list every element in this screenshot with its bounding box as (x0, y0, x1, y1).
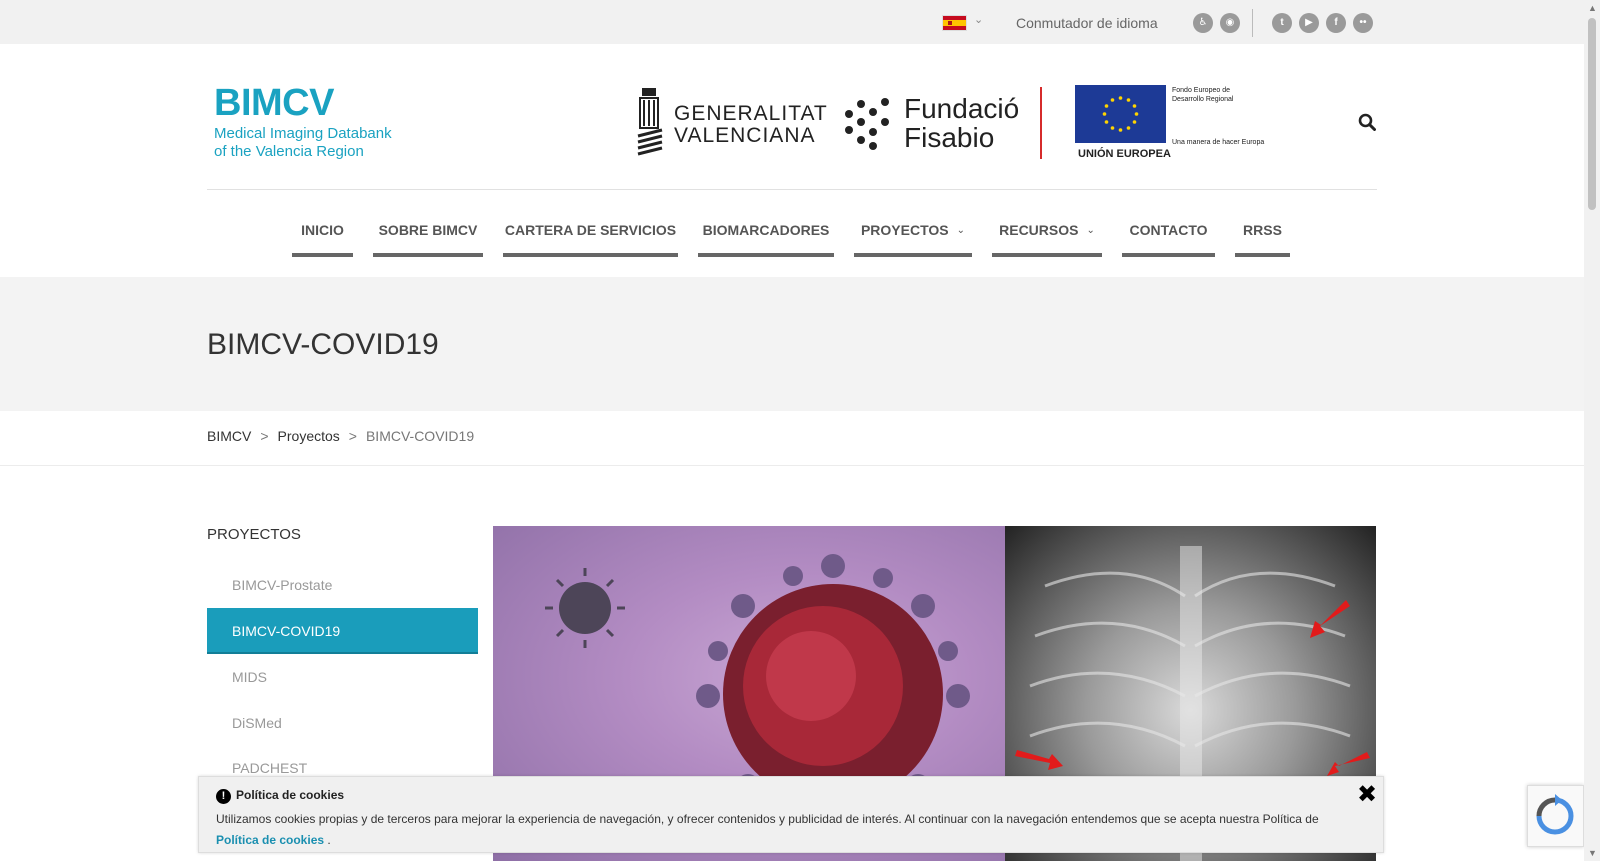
fisabio-line-1: Fundació (904, 93, 1020, 124)
sidebar-item-bimcv-covid19[interactable]: BIMCV-COVID19 (207, 608, 478, 654)
nav-item-label: RECURSOS (999, 222, 1079, 238)
sidebar-item-label: PADCHEST (232, 760, 308, 776)
recaptcha-icon (1536, 794, 1574, 835)
gv-line-2: VALENCIANA (674, 124, 816, 147)
scrollbar-thumb[interactable] (1588, 18, 1596, 210)
logo-subtitle-line-1: Medical Imaging Databank (214, 125, 392, 142)
scroll-up-arrow-icon[interactable]: ▲ (1588, 3, 1597, 13)
cookie-title: Política de cookies (236, 788, 345, 802)
chevron-down-icon: ⌄ (1086, 225, 1095, 236)
header-divider (1040, 87, 1042, 159)
sidebar-item-label: MIDS (232, 669, 267, 685)
info-icon: ! (216, 789, 231, 804)
close-icon[interactable]: ✖ (1357, 783, 1377, 807)
breadcrumb-parent-link[interactable]: Proyectos (278, 428, 340, 444)
nav-item-inicio[interactable]: INICIO (292, 222, 353, 257)
cookie-banner: ! Política de cookies Utilizamos cookies… (198, 776, 1384, 853)
gv-line-1: GENERALITAT (674, 102, 828, 125)
github-icon[interactable]: ◉ (1220, 13, 1240, 33)
nav-item-label: INICIO (301, 222, 344, 238)
nav-item-biomarcadores[interactable]: BIOMARCADORES (698, 222, 834, 257)
sidebar-title: PROYECTOS (207, 526, 301, 543)
topbar-divider (1252, 9, 1253, 37)
cookie-policy-link[interactable]: Política de cookies (216, 833, 324, 847)
sidebar-item-label: DiSMed (232, 715, 282, 731)
page-scrollbar[interactable]: ▲ ▼ (1584, 0, 1600, 861)
breadcrumb: BIMCV > Proyectos > BIMCV-COVID19 (207, 428, 474, 444)
accessibility-icon[interactable]: ♿ (1193, 13, 1213, 33)
breadcrumb-divider (0, 465, 1584, 466)
sidebar-item-label: BIMCV-COVID19 (232, 623, 341, 639)
nav-item-cartera-de-servicios[interactable]: CARTERA DE SERVICIOS (503, 222, 678, 257)
fisabio-mark-icon (845, 98, 889, 150)
small-virus-icon (545, 568, 625, 648)
site-logo-subtitle[interactable]: Medical Imaging Databank of the Valencia… (214, 125, 392, 161)
sidebar-item-label: BIMCV-Prostate (232, 577, 333, 593)
logo-subtitle-line-2: of the Valencia Region (214, 143, 364, 160)
generalitat-emblem-icon (637, 88, 663, 156)
nav-item-label: PROYECTOS (860, 222, 949, 238)
header-divider-line (207, 189, 1377, 190)
generalitat-logo-text[interactable]: GENERALITAT VALENCIANA (674, 103, 828, 147)
spain-flag-icon[interactable] (942, 15, 967, 31)
nav-item-label: SOBRE BIMCV (378, 222, 478, 238)
eu-fund-line-2: Desarrollo Regional (1172, 96, 1234, 103)
chevron-down-icon: ⌄ (956, 225, 966, 236)
twitter-icon[interactable]: t (1272, 13, 1292, 33)
page-title: BIMCV-COVID19 (207, 328, 439, 361)
nav-item-recursos[interactable]: RECURSOS ⌄ (992, 222, 1102, 257)
cookie-text: Utilizamos cookies propias y de terceros… (216, 809, 1336, 851)
nav-item-sobre-bimcv[interactable]: SOBRE BIMCV (373, 222, 483, 257)
nav-item-label: RRSS (1243, 222, 1282, 238)
nav-item-proyectos[interactable]: PROYECTOS ⌄ (854, 222, 972, 257)
nav-item-label: CARTERA DE SERVICIOS (504, 222, 677, 238)
fisabio-logo-text[interactable]: Fundació Fisabio (904, 94, 1019, 152)
sidebar-item-mids[interactable]: MIDS (207, 654, 478, 700)
search-icon[interactable] (1358, 113, 1376, 131)
chevron-down-icon[interactable]: ⌄ (974, 13, 983, 26)
nav-item-label: CONTACTO (1129, 222, 1208, 238)
eu-motto: Una manera de hacer Europa (1172, 139, 1265, 146)
language-switcher-label[interactable]: Conmutador de idioma (1016, 15, 1158, 31)
large-virus-icon (696, 554, 970, 804)
breadcrumb-separator: > (348, 428, 357, 444)
nav-item-rrss[interactable]: RRSS (1235, 222, 1290, 257)
breadcrumb-separator: > (260, 428, 269, 444)
eu-fund-line-1: Fondo Europeo de (1172, 87, 1230, 94)
recaptcha-badge[interactable] (1527, 785, 1584, 847)
eu-fund-text: Fondo Europeo de Desarrollo Regional (1172, 86, 1233, 104)
eu-flag-icon (1075, 85, 1166, 143)
site-logo-title[interactable]: BIMCV (214, 82, 334, 124)
youtube-icon[interactable]: ▶ (1299, 13, 1319, 33)
nav-item-label: BIOMARCADORES (702, 222, 830, 238)
top-bar: ⌄ Conmutador de idioma ♿ ◉ t ▶ f •• (0, 0, 1584, 44)
cookie-link-suffix: . (327, 833, 331, 847)
breadcrumb-root-link[interactable]: BIMCV (207, 428, 251, 444)
sidebar-item-dismed[interactable]: DiSMed (207, 700, 478, 746)
facebook-icon[interactable]: f (1326, 13, 1346, 33)
flickr-icon[interactable]: •• (1353, 13, 1373, 33)
fisabio-line-2: Fisabio (904, 122, 995, 153)
nav-item-contacto[interactable]: CONTACTO (1122, 222, 1215, 257)
eu-label: UNIÓN EUROPEA (1078, 148, 1171, 160)
sidebar-item-bimcv-prostate[interactable]: BIMCV-Prostate (207, 562, 478, 608)
breadcrumb-current: BIMCV-COVID19 (365, 428, 475, 444)
cookie-message: Utilizamos cookies propias y de terceros… (216, 812, 1319, 826)
scroll-down-arrow-icon[interactable]: ▼ (1588, 848, 1597, 858)
